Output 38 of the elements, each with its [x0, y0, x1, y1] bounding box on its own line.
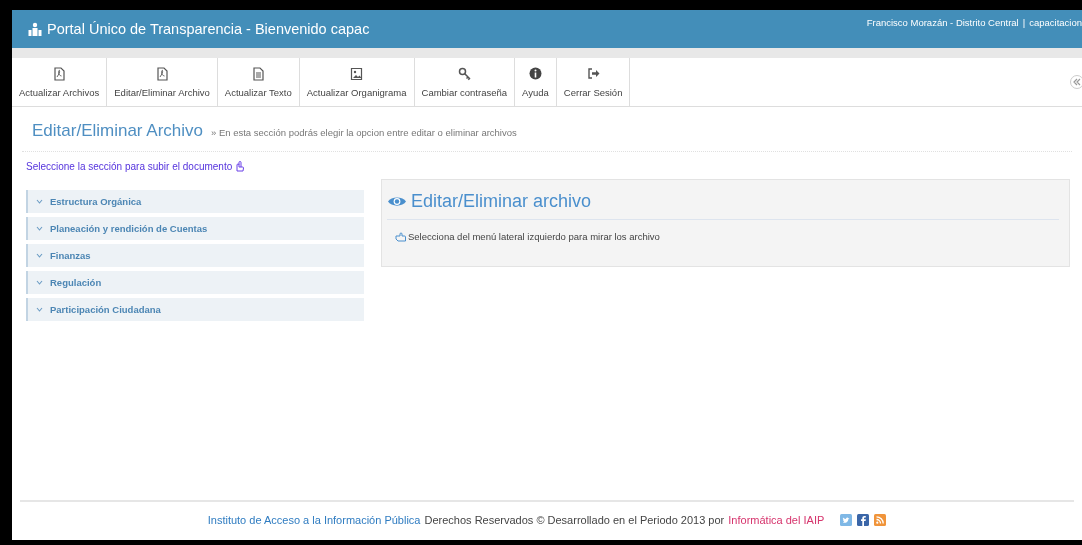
accordion-item[interactable]: Participación Ciudadana	[26, 298, 364, 321]
chevron-icon	[36, 226, 43, 231]
image-icon	[350, 66, 364, 81]
instruction-text: Seleccione la sección para subir el documento	[26, 161, 233, 172]
key-icon	[457, 66, 471, 81]
logout-icon	[586, 66, 600, 81]
accordion-item[interactable]: Finanzas	[26, 244, 364, 267]
accordion-item[interactable]: Planeación y rendición de Cuentas	[26, 217, 364, 240]
page-subtitle: » En esta sección podrás elegir la opcion entre editar o eliminar archivos	[211, 127, 517, 138]
document-icon	[52, 66, 66, 81]
panel-title: Editar/Eliminar archivo	[411, 191, 592, 212]
info-icon	[528, 66, 542, 81]
chevron-icon	[36, 253, 43, 258]
chevron-icon	[36, 280, 43, 285]
double-chevron-icon	[1073, 78, 1081, 86]
app-title: Portal Único de Transparencia - Bienvenido capac	[47, 21, 370, 37]
twitter-icon	[840, 514, 853, 526]
chevron-icon	[36, 199, 43, 204]
hand-pointer-icon	[234, 161, 245, 172]
document-icon	[251, 66, 265, 81]
accordion-item[interactable]: Estructura Orgánica	[26, 190, 364, 213]
collapse-button[interactable]	[1070, 75, 1082, 89]
chevron-icon	[36, 307, 43, 312]
user-link[interactable]: capacitacion	[1029, 17, 1082, 28]
institute-link[interactable]: Instituto de Acceso a la Información Pública	[207, 514, 421, 526]
page-title: Editar/Eliminar Archivo	[32, 121, 203, 141]
credit-link[interactable]: Informática del IAIP	[728, 514, 825, 526]
panel-message: Selecciona del menú lateral izquierdo para mirar los archivo	[408, 231, 660, 242]
separator: |	[1022, 17, 1026, 28]
hand-pointer-icon	[395, 231, 406, 242]
document-icon	[155, 66, 169, 81]
rss-icon	[874, 514, 887, 526]
facebook-icon	[857, 514, 870, 526]
footer-text: Derechos Reservados © Desarrollado en el Periodo 2013 por	[424, 514, 725, 526]
accordion-item[interactable]: Regulación	[26, 271, 364, 294]
users-icon	[28, 22, 42, 36]
location-text: Francisco Morazán - Distrito Central	[866, 17, 1019, 28]
eye-icon	[387, 195, 407, 208]
